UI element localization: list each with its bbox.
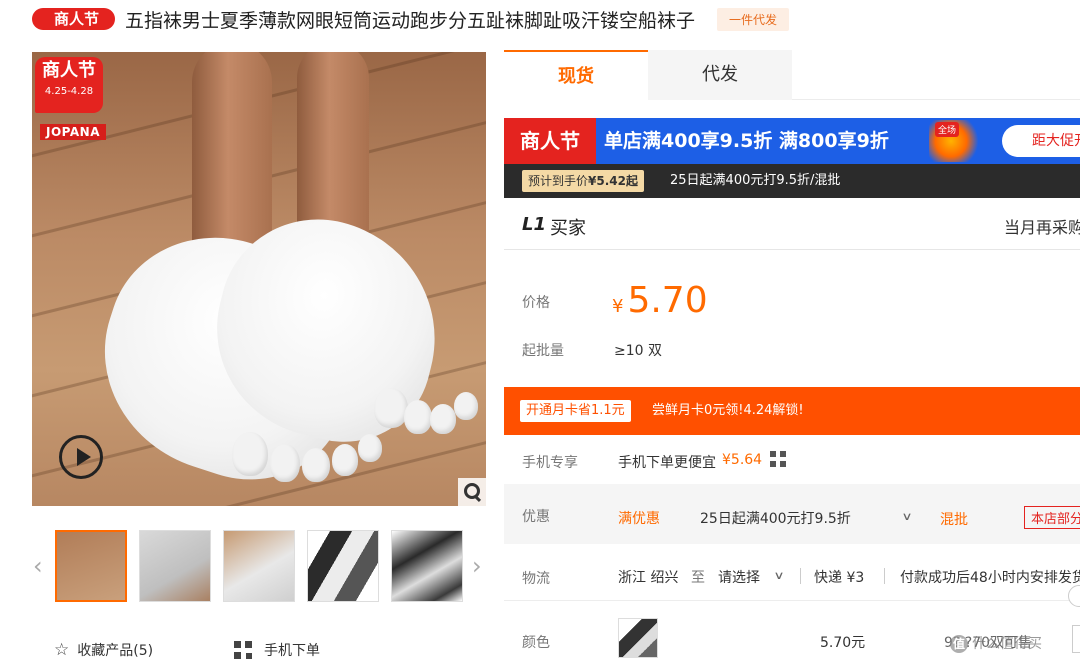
- promo-deco-tag: 全场: [935, 122, 960, 137]
- dropship-tag[interactable]: 一件代发: [717, 7, 790, 31]
- promo-banner-text: 单店满400享9.5折 满800享9折: [604, 130, 889, 152]
- shipping-fee: 快递 ¥3: [814, 570, 865, 586]
- mobile-exclusive-label: 手机专享: [522, 455, 578, 471]
- tab-in-stock[interactable]: 现货: [504, 50, 648, 100]
- divider: [800, 568, 801, 584]
- zoom-icon[interactable]: [458, 478, 486, 506]
- event-badge-dates: 4.25-4.28: [44, 86, 94, 97]
- discount-label: 优惠: [522, 509, 550, 525]
- ship-time: 付款成功后48小时内安排发货: [900, 570, 1080, 586]
- estimated-price-value: ¥5.42起: [588, 174, 638, 188]
- mobile-order-label: 手机下单: [264, 643, 320, 659]
- sock-toe: [454, 392, 478, 420]
- logistics-label: 物流: [522, 571, 550, 587]
- title-row: 商人节 五指袜男士夏季薄款网眼短筒运动跑步分五趾袜脚趾吸汗镂空船袜子 一件代发: [32, 4, 790, 34]
- discount-detail: 25日起满400元打9.5折: [700, 511, 851, 527]
- favorite-label: 收藏产品(5): [77, 643, 154, 659]
- buyer-repurchase-text[interactable]: 当月再采购: [1004, 214, 1080, 238]
- star-icon: ☆: [54, 640, 70, 660]
- price-number: 5.70: [627, 280, 708, 321]
- promo-sub-text: 25日起满400元打9.5折/混批: [670, 173, 841, 188]
- shop-discount-tag[interactable]: 本店部分: [1024, 506, 1080, 529]
- thumbnail-1[interactable]: [55, 530, 127, 602]
- chevron-down-icon[interactable]: ∨: [901, 510, 912, 523]
- event-badge: 商人节 4.25-4.28: [35, 57, 103, 113]
- watermark-logo: 值: [950, 635, 968, 653]
- estimated-price-prefix: 预计到手价: [528, 174, 589, 188]
- thumbnail-2[interactable]: [139, 530, 211, 602]
- divider: [884, 568, 885, 584]
- color-label: 颜色: [522, 635, 550, 651]
- logistics-origin: 浙江 绍兴: [618, 570, 679, 586]
- thumbnail-4[interactable]: [307, 530, 379, 602]
- color-price: 5.70元: [820, 635, 866, 651]
- promo-banner-logo: 商人节: [504, 118, 596, 164]
- purchase-tabs: 现货 代发: [504, 50, 1080, 100]
- promo-subbar: 预计到手价¥5.42起 25日起满400元打9.5折/混批: [504, 164, 1080, 198]
- vip-card-tag[interactable]: 开通月卡省1.1元: [520, 400, 631, 422]
- favorite-button[interactable]: ☆ 收藏产品(5): [54, 640, 153, 660]
- sock-toe: [374, 388, 408, 428]
- thumbnail-5[interactable]: [391, 530, 463, 602]
- watermark: 值什么值得买: [950, 633, 1042, 653]
- qr-code-icon[interactable]: [770, 451, 786, 467]
- mobile-order-button[interactable]: 手机下单: [234, 640, 320, 660]
- vip-card-bar[interactable]: 开通月卡省1.1元 尝鲜月卡0元领!4.24解锁!: [504, 387, 1080, 435]
- price-label: 价格: [522, 295, 550, 311]
- sock-toe: [270, 444, 300, 482]
- sock-toe: [332, 444, 358, 476]
- buyer-label: 买家: [550, 218, 586, 239]
- qr-code-icon: [234, 641, 252, 659]
- buyer-row: L1 买家 当月再采购: [504, 200, 1080, 250]
- main-product-image[interactable]: 商人节 4.25-4.28 JOPANA: [32, 52, 486, 506]
- countdown-button[interactable]: 距大促开: [1002, 125, 1080, 157]
- sock-toe: [232, 432, 268, 476]
- destination-select[interactable]: 请选择: [718, 567, 760, 587]
- estimated-price-tag: 预计到手价¥5.42起: [522, 170, 644, 192]
- logistics-to: 至: [691, 570, 705, 586]
- event-tag: 商人节: [32, 8, 116, 30]
- price-currency: ¥: [612, 296, 624, 317]
- sock-toe: [358, 434, 382, 462]
- mobile-exclusive-text: 手机下单更便宜: [618, 455, 716, 471]
- tab-dropship[interactable]: 代发: [648, 50, 792, 100]
- sock-toe: [404, 400, 432, 434]
- watermark-text: 什么值得买: [972, 636, 1042, 652]
- divider: [504, 600, 1080, 601]
- chevron-down-icon[interactable]: ∨: [773, 569, 784, 582]
- vip-card-text: 尝鲜月卡0元领!4.24解锁!: [652, 403, 804, 418]
- thumbnail-3[interactable]: [223, 530, 295, 602]
- buyer-level: L1: [522, 214, 546, 235]
- moq-value: ≥10 双: [614, 343, 662, 359]
- moq-label: 起批量: [522, 343, 564, 359]
- thumb-next-arrow[interactable]: ›: [472, 552, 482, 580]
- brand-logo: JOPANA: [40, 124, 106, 140]
- mobile-exclusive-price: ¥5.64: [722, 452, 763, 468]
- color-swatch[interactable]: [618, 618, 658, 658]
- product-title: 五指袜男士夏季薄款网眼短筒运动跑步分五趾袜脚趾吸汗镂空船袜子: [125, 9, 696, 32]
- thumb-prev-arrow[interactable]: ‹: [33, 552, 43, 580]
- quantity-input[interactable]: [1072, 625, 1080, 653]
- discount-type: 满优惠: [618, 511, 660, 527]
- sock-toe: [302, 448, 330, 482]
- scroll-icon[interactable]: [1068, 585, 1080, 607]
- mix-batch-link[interactable]: 混批: [940, 509, 968, 529]
- sock-toe: [430, 404, 456, 434]
- event-badge-title: 商人节: [42, 60, 96, 81]
- play-video-icon[interactable]: [59, 435, 103, 479]
- promo-banner[interactable]: 商人节 单店满400享9.5折 满800享9折 全场 距大促开: [504, 118, 1080, 164]
- price-value: ¥5.70: [612, 280, 708, 321]
